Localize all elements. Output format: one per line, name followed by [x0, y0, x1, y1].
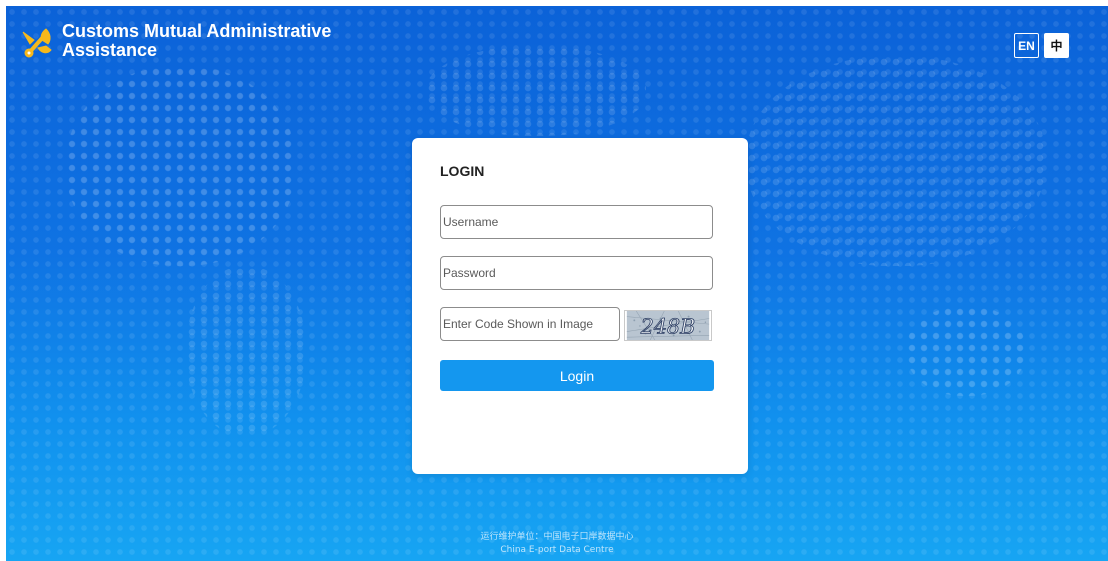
footer-operator-cn: 运行维护单位：中国电子口岸数据中心 — [480, 532, 634, 542]
brand-header: Customs Mutual Administrative Assistance — [20, 22, 362, 60]
map-region-europe — [426, 46, 646, 136]
captcha-code-input[interactable] — [440, 307, 620, 341]
username-input[interactable] — [440, 205, 713, 239]
map-region-oceania — [906, 306, 1026, 396]
footer-operator-en: China E-port Data Centre — [500, 545, 614, 555]
app-title: Customs Mutual Administrative Assistance — [62, 21, 332, 60]
map-region-americas — [66, 66, 296, 266]
captcha-image[interactable]: 248B — [624, 310, 712, 341]
language-english-button[interactable]: EN — [1014, 33, 1039, 58]
password-input[interactable] — [440, 256, 713, 290]
page-background: Customs Mutual Administrative Assistance… — [6, 6, 1108, 561]
customs-emblem-icon — [22, 28, 52, 58]
map-region-asia — [746, 56, 1046, 266]
login-heading: LOGIN — [440, 163, 485, 179]
map-region-south-america — [186, 266, 306, 436]
language-chinese-button[interactable]: 中 — [1044, 33, 1069, 58]
login-card: LOGIN 248B Login — [412, 138, 748, 474]
login-button[interactable]: Login — [440, 360, 714, 391]
captcha-text: 248B — [640, 314, 695, 338]
